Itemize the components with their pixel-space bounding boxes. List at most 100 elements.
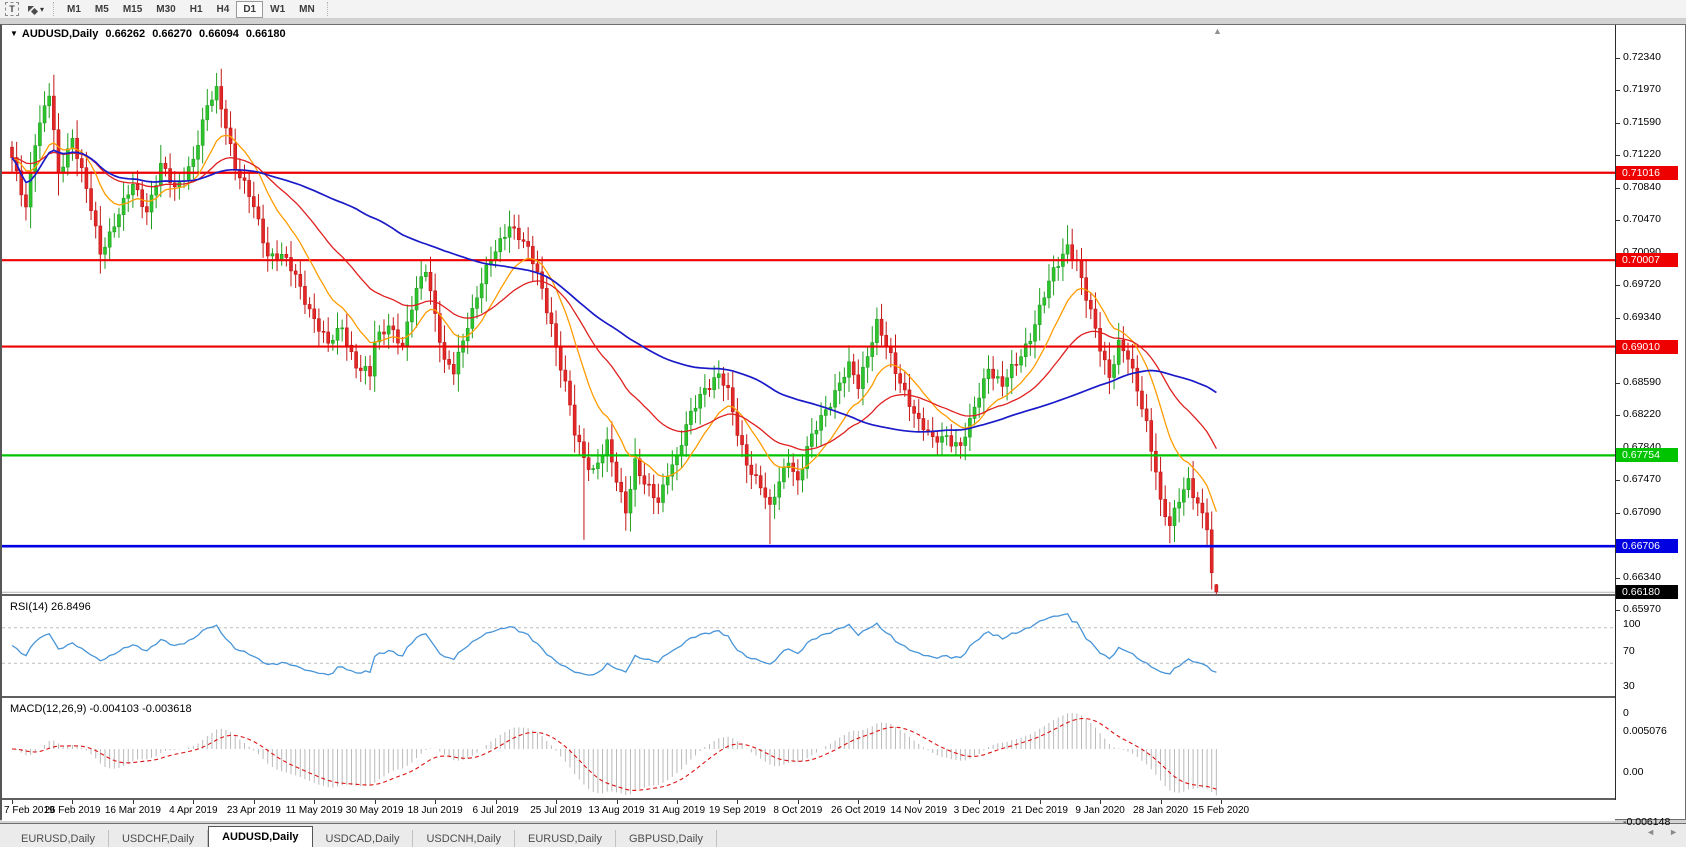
price-tick-mark — [1616, 123, 1620, 124]
timeframe-button-d1[interactable]: D1 — [236, 1, 263, 18]
price-tick-mark — [1616, 415, 1620, 416]
chart-tab-usdcad-daily[interactable]: USDCAD,Daily — [313, 830, 414, 847]
date-tick-label: 26 Feb 2019 — [44, 805, 100, 816]
rsi-scale-label: 70 — [1623, 645, 1635, 657]
date-tick-mark — [677, 800, 678, 804]
price-tick-mark — [1616, 480, 1620, 481]
date-axis[interactable]: 7 Feb 201926 Feb 201916 Mar 20194 Apr 20… — [2, 800, 1615, 821]
date-tick-mark — [314, 800, 315, 804]
date-tick-mark — [1040, 800, 1041, 804]
text-tool-button[interactable]: T — [1, 2, 23, 16]
timeframe-button-mn[interactable]: MN — [292, 1, 322, 18]
chart-shift-marker[interactable]: ▲ — [1213, 26, 1222, 36]
date-tick-label: 26 Oct 2019 — [831, 805, 885, 816]
date-tick-label: 4 Apr 2019 — [169, 805, 217, 816]
chart-tab-gbpusd-daily[interactable]: GBPUSD,Daily — [616, 830, 717, 847]
rsi-scale-label: 0 — [1623, 707, 1629, 719]
tab-scroll-left-icon[interactable]: ◄ — [1646, 828, 1655, 837]
date-tick-mark — [919, 800, 920, 804]
timeframe-button-m1[interactable]: M1 — [60, 1, 88, 18]
timeframe-button-m30[interactable]: M30 — [149, 1, 182, 18]
date-tick-mark — [254, 800, 255, 804]
price-tick-label: 0.67090 — [1623, 506, 1661, 518]
date-tick-label: 21 Dec 2019 — [1011, 805, 1068, 816]
rsi-panel — [2, 597, 1615, 696]
price-tick-label: 0.69340 — [1623, 311, 1661, 323]
date-tick-label: 15 Feb 2020 — [1193, 805, 1249, 816]
price-axis-line — [1615, 25, 1616, 800]
date-tick-label: 25 Jul 2019 — [530, 805, 582, 816]
arrange-charts-button[interactable]: ▾ — [25, 2, 47, 16]
price-tick-label: 0.71970 — [1623, 83, 1661, 95]
arrange-charts-icon-part — [31, 8, 38, 15]
horizontal-sr-lines — [2, 173, 1615, 546]
chart-tab-bar: EURUSD,DailyUSDCHF,DailyAUDUSD,DailyUSDC… — [0, 823, 1686, 847]
ohlc-low: 0.66094 — [199, 28, 239, 40]
date-tick-label: 11 May 2019 — [286, 805, 343, 816]
resistance-price-badge: 0.69010 — [1616, 340, 1678, 354]
timeframe-button-h1[interactable]: H1 — [183, 1, 210, 18]
price-tick-mark — [1616, 610, 1620, 611]
collapse-arrow-icon[interactable]: ▼ — [10, 29, 18, 38]
mt4-terminal: { "toolbar": { "text_tool_label": "T", "… — [0, 0, 1686, 846]
date-tick-mark — [1100, 800, 1101, 804]
current-price-badge: 0.66180 — [1616, 585, 1678, 599]
price-tick-mark — [1616, 90, 1620, 91]
panel-separator[interactable] — [2, 696, 1615, 698]
top-toolbar: T ▾ M1M5M15M30H1H4D1W1MN — [0, 0, 1686, 19]
date-tick-label: 18 Jun 2019 — [408, 805, 463, 816]
chart-tab-usdcnh-daily[interactable]: USDCNH,Daily — [413, 830, 515, 847]
date-tick-label: 6 Jul 2019 — [473, 805, 519, 816]
date-tick-mark — [72, 800, 73, 804]
panel-separator[interactable] — [2, 594, 1615, 596]
toolbar-separator — [327, 2, 329, 16]
support-price-badge: 0.66706 — [1616, 539, 1678, 553]
date-tick-mark — [193, 800, 194, 804]
price-tick-label: 0.68590 — [1623, 376, 1661, 388]
date-tick-label: 13 Aug 2019 — [588, 805, 644, 816]
price-tick-label: 0.67470 — [1623, 473, 1661, 485]
date-tick-mark — [737, 800, 738, 804]
date-tick-mark — [617, 800, 618, 804]
date-tick-label: 28 Jan 2020 — [1133, 805, 1188, 816]
chart-header: ▼AUDUSD,Daily 0.66262 0.66270 0.66094 0.… — [10, 28, 290, 40]
timeframe-button-m5[interactable]: M5 — [88, 1, 116, 18]
text-tool-icon: T — [5, 2, 19, 16]
price-tick-mark — [1616, 383, 1620, 384]
chart-tab-eurusd-daily[interactable]: EURUSD,Daily — [515, 830, 616, 847]
date-tick-mark — [375, 800, 376, 804]
price-tick-mark — [1616, 155, 1620, 156]
date-tick-label: 31 Aug 2019 — [649, 805, 705, 816]
resistance-price-badge: 0.70007 — [1616, 253, 1678, 267]
timeframe-button-group: M1M5M15M30H1H4D1W1MN — [60, 1, 322, 18]
chart-tab-usdchf-daily[interactable]: USDCHF,Daily — [109, 830, 208, 847]
tab-scroll-right-icon[interactable]: ► — [1669, 828, 1678, 837]
tab-scrollbar: ◄ ► — [1646, 828, 1678, 837]
main-price-panel[interactable] — [2, 25, 1615, 594]
date-tick-label: 30 May 2019 — [346, 805, 404, 816]
chevron-down-icon[interactable]: ▾ — [40, 5, 44, 14]
chart-tab-eurusd-daily[interactable]: EURUSD,Daily — [8, 830, 109, 847]
date-tick-mark — [798, 800, 799, 804]
timeframe-button-h4[interactable]: H4 — [210, 1, 237, 18]
rsi-scale-label: 100 — [1623, 618, 1641, 630]
date-tick-label: 14 Nov 2019 — [890, 805, 947, 816]
date-tick-label: 19 Sep 2019 — [709, 805, 766, 816]
price-tick-label: 0.70470 — [1623, 213, 1661, 225]
timeframe-button-w1[interactable]: W1 — [263, 1, 292, 18]
price-tick-label: 0.71220 — [1623, 148, 1661, 160]
toolbar-separator — [53, 2, 55, 16]
date-tick-mark — [496, 800, 497, 804]
price-tick-label: 0.70840 — [1623, 181, 1661, 193]
resistance-price-badge: 0.71016 — [1616, 166, 1678, 180]
timeframe-button-m15[interactable]: M15 — [116, 1, 149, 18]
chart-window[interactable]: ▼AUDUSD,Daily 0.66262 0.66270 0.66094 0.… — [0, 24, 1686, 820]
price-tick-mark — [1616, 318, 1620, 319]
ohlc-close: 0.66180 — [246, 28, 286, 40]
macd-label: MACD(12,26,9) -0.004103 -0.003618 — [10, 703, 192, 715]
date-tick-mark — [435, 800, 436, 804]
macd-signal-line — [12, 719, 1216, 791]
macd-scale-label: -0.006148 — [1623, 816, 1670, 828]
chart-tab-audusd-daily[interactable]: AUDUSD,Daily — [208, 826, 312, 847]
date-tick-label: 9 Jan 2020 — [1075, 805, 1125, 816]
